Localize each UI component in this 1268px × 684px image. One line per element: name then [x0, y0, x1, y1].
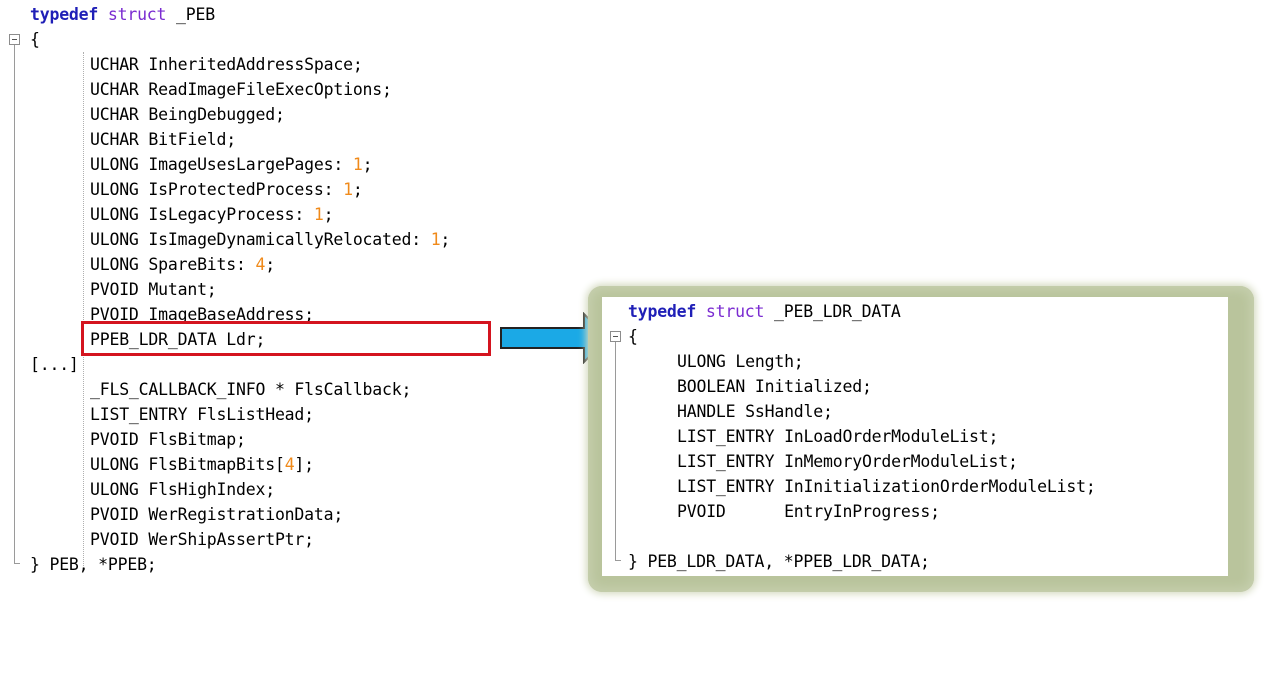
collapse-toggle-icon[interactable]	[610, 331, 621, 342]
code-line: ULONG Length;	[677, 352, 804, 371]
typedef-keyword: typedef	[30, 5, 99, 24]
code-line: ULONG ImageUsesLargePages: 1;	[90, 155, 373, 174]
code-line: PVOID Mutant;	[90, 280, 217, 299]
ldr-highlight-box	[81, 321, 491, 356]
closing-line: } PEB, *PPEB;	[30, 555, 157, 574]
struct-keyword: struct	[107, 5, 167, 24]
struct-name: _PEB_LDR_DATA	[764, 302, 901, 321]
code-line: PVOID EntryInProgress;	[677, 502, 940, 521]
fold-guide-line	[615, 342, 616, 560]
code-line: ULONG IsLegacyProcess: 1;	[90, 205, 334, 224]
typedef-keyword: typedef	[628, 302, 697, 321]
code-line: UCHAR BeingDebugged;	[90, 105, 285, 124]
code-line: LIST_ENTRY InLoadOrderModuleList;	[677, 427, 999, 446]
code-line: ULONG FlsBitmapBits[4];	[90, 455, 314, 474]
fold-end-marker	[14, 563, 20, 564]
peb-struct-code-panel: typedef struct _PEB { UCHAR InheritedAdd…	[0, 0, 600, 590]
code-line: UCHAR BitField;	[90, 130, 237, 149]
peb-ldr-data-code-panel: typedef struct _PEB_LDR_DATA { ULONG Len…	[602, 297, 1228, 576]
code-line: UCHAR InheritedAddressSpace;	[90, 55, 363, 74]
ellipsis-marker: [...]	[30, 355, 79, 374]
ldr-typedef-line: typedef struct _PEB_LDR_DATA	[628, 299, 901, 324]
open-brace: {	[30, 30, 40, 49]
fold-end-marker	[615, 560, 621, 561]
struct-keyword: struct	[705, 302, 765, 321]
code-line: HANDLE SsHandle;	[677, 402, 833, 421]
collapse-toggle-icon[interactable]	[9, 34, 20, 45]
closing-line: } PEB_LDR_DATA, *PPEB_LDR_DATA;	[628, 552, 930, 571]
code-line: PVOID WerRegistrationData;	[90, 505, 344, 524]
code-line: BOOLEAN Initialized;	[677, 377, 872, 396]
open-brace: {	[628, 327, 638, 346]
peb-typedef-line: typedef struct _PEB	[30, 2, 215, 27]
code-line: PVOID WerShipAssertPtr;	[90, 530, 314, 549]
fold-guide-line	[14, 45, 15, 563]
code-line: UCHAR ReadImageFileExecOptions;	[90, 80, 392, 99]
code-line: _FLS_CALLBACK_INFO * FlsCallback;	[90, 380, 412, 399]
code-line: LIST_ENTRY InInitializationOrderModuleLi…	[677, 477, 1096, 496]
code-line: PVOID FlsBitmap;	[90, 430, 246, 449]
code-line: LIST_ENTRY InMemoryOrderModuleList;	[677, 452, 1018, 471]
code-line: LIST_ENTRY FlsListHead;	[90, 405, 314, 424]
code-line: ULONG SpareBits: 4;	[90, 255, 275, 274]
struct-name: _PEB	[166, 5, 215, 24]
code-line: ULONG IsProtectedProcess: 1;	[90, 180, 363, 199]
indent-guide	[83, 52, 84, 570]
code-line: ULONG IsImageDynamicallyRelocated: 1;	[90, 230, 451, 249]
code-line: ULONG FlsHighIndex;	[90, 480, 275, 499]
